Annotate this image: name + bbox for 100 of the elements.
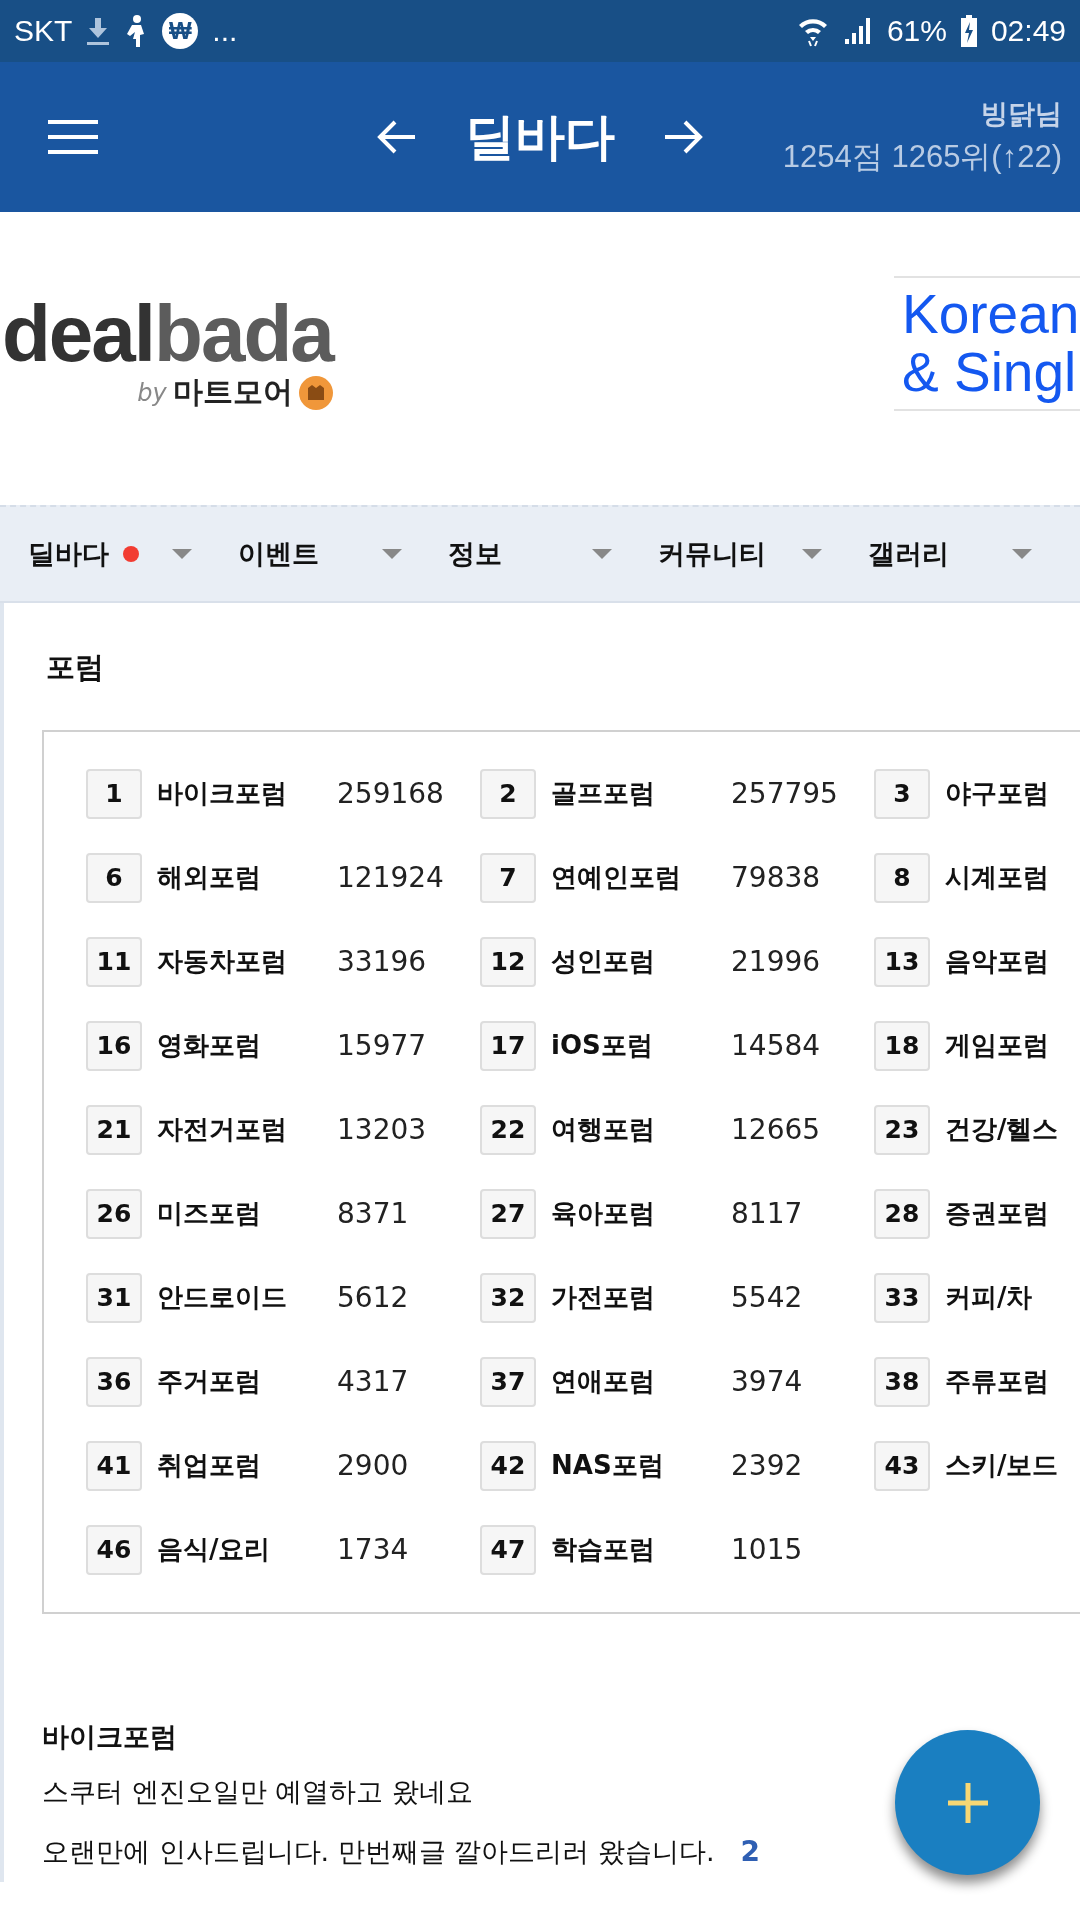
rank-number: 37	[480, 1356, 536, 1407]
building-icon	[298, 375, 333, 410]
rank-number: 38	[874, 1356, 930, 1407]
rank-number: 27	[480, 1188, 536, 1239]
comment-count: 2	[740, 1835, 760, 1869]
rank-number: 7	[480, 852, 536, 903]
nav-tab[interactable]: 갤러리	[840, 536, 1050, 572]
forum-link[interactable]: 연애포럼	[551, 1364, 731, 1400]
rank-number: 33	[874, 1272, 930, 1323]
post-count: 33196	[337, 945, 427, 979]
post-count: 79838	[731, 861, 821, 895]
rank-number: 41	[86, 1440, 142, 1491]
forum-link[interactable]: 연예인포럼	[551, 860, 731, 896]
forum-link[interactable]: 음식/요리	[157, 1532, 337, 1568]
post-count: 13203	[337, 1113, 427, 1147]
post-count: 12665	[731, 1113, 821, 1147]
post-count: 15977	[337, 1029, 427, 1063]
post-count: 5542	[731, 1281, 803, 1315]
post-count: 2392	[731, 1449, 803, 1483]
rank-number: 36	[86, 1356, 142, 1407]
rank-number: 3	[874, 768, 930, 819]
dropdown-caret-icon	[1012, 549, 1032, 559]
forum-link[interactable]: 커피/차	[945, 1280, 1080, 1316]
forum-link[interactable]: 증권포럼	[945, 1196, 1080, 1232]
forum-link[interactable]: 자동차포럼	[157, 944, 337, 980]
forum-link[interactable]: 스키/보드	[945, 1448, 1080, 1484]
forum-link[interactable]: 골프포럼	[551, 776, 731, 812]
forum-link[interactable]: 게임포럼	[945, 1028, 1080, 1064]
nav-tab[interactable]: 이벤트	[210, 536, 420, 572]
forum-link[interactable]: 육아포럼	[551, 1196, 731, 1232]
rank-number: 31	[86, 1272, 142, 1323]
forum-link[interactable]: 가전포럼	[551, 1280, 731, 1316]
rank-number: 28	[874, 1188, 930, 1239]
rank-number: 47	[480, 1524, 536, 1575]
forum-link[interactable]: 주거포럼	[157, 1364, 337, 1400]
post-title[interactable]: 오랜만에 인사드립니다. 만번째글 깔아드리러 왔습니다.	[42, 1833, 715, 1870]
rank-number: 11	[86, 936, 142, 987]
forum-link[interactable]: 자전거포럼	[157, 1112, 337, 1148]
post-count: 21996	[731, 945, 821, 979]
more-notifications: ...	[212, 14, 238, 48]
forum-link[interactable]: 학습포럼	[551, 1532, 731, 1568]
rank-number: 21	[86, 1104, 142, 1155]
forum-link[interactable]: 야구포럼	[945, 776, 1080, 812]
forum-link[interactable]: 미즈포럼	[157, 1196, 337, 1232]
forum-link[interactable]: 주류포럼	[945, 1364, 1080, 1400]
banner-text: Korean	[902, 285, 1080, 344]
add-button[interactable]	[895, 1730, 1040, 1875]
site-logo[interactable]: dealbada	[2, 294, 333, 374]
rank-number: 23	[874, 1104, 930, 1155]
post-count: 5612	[337, 1281, 409, 1315]
post-count: 8117	[731, 1197, 803, 1231]
post-count: 121924	[337, 861, 444, 895]
rank-number: 18	[874, 1020, 930, 1071]
rank-number: 13	[874, 936, 930, 987]
post-count: 1734	[337, 1533, 409, 1567]
forum-link[interactable]: NAS포럼	[551, 1448, 731, 1484]
post-count: 259168	[337, 777, 444, 811]
rank-number: 6	[86, 852, 142, 903]
nav-tab[interactable]: 딜바다	[0, 536, 210, 572]
nav-tab[interactable]: 정보	[420, 536, 630, 572]
post-count: 4317	[337, 1365, 409, 1399]
rank-number: 2	[480, 768, 536, 819]
user-name: 빙닭님	[981, 98, 1062, 131]
forward-arrow-icon[interactable]	[663, 119, 703, 155]
post-count: 8371	[337, 1197, 409, 1231]
forum-link[interactable]: 음악포럼	[945, 944, 1080, 980]
dropdown-caret-icon	[172, 549, 192, 559]
forum-link[interactable]: 취업포럼	[157, 1448, 337, 1484]
plus-icon	[945, 1780, 990, 1825]
rank-number: 16	[86, 1020, 142, 1071]
post-count: 2900	[337, 1449, 409, 1483]
nav-tab[interactable]: 커뮤니티	[630, 536, 840, 572]
forum-link[interactable]: 안드로이드	[157, 1280, 337, 1316]
forum-link[interactable]: 건강/헬스	[945, 1112, 1080, 1148]
download-icon	[86, 16, 111, 46]
brand-name: 마트모어	[172, 373, 293, 411]
forum-link[interactable]: 시계포럼	[945, 860, 1080, 896]
logo-byline: by	[137, 378, 167, 407]
battery-percent: 61%	[886, 14, 947, 48]
forum-link[interactable]: 해외포럼	[157, 860, 337, 896]
post-count: 257795	[731, 777, 838, 811]
banner-text: & Singl	[902, 343, 1078, 402]
clock-time: 02:49	[990, 14, 1066, 48]
forum-link[interactable]: 성인포럼	[551, 944, 731, 980]
rank-number: 22	[480, 1104, 536, 1155]
rank-number: 12	[480, 936, 536, 987]
forum-link[interactable]: iOS포럼	[551, 1028, 731, 1064]
back-arrow-icon[interactable]	[377, 119, 417, 155]
post-title[interactable]: 스쿠터 엔진오일만 예열하고 왔네요	[42, 1773, 473, 1810]
ad-banner[interactable]: Korean & Singl	[894, 275, 1080, 412]
forum-link[interactable]: 영화포럼	[157, 1028, 337, 1064]
rank-number: 17	[480, 1020, 536, 1071]
rank-number: 46	[86, 1524, 142, 1575]
dropdown-caret-icon	[592, 549, 612, 559]
menu-icon[interactable]	[48, 120, 98, 154]
rank-number: 26	[86, 1188, 142, 1239]
site-title: 딜바다	[465, 106, 615, 168]
rank-number: 8	[874, 852, 930, 903]
forum-link[interactable]: 여행포럼	[551, 1112, 731, 1148]
forum-link[interactable]: 바이크포럼	[157, 776, 337, 812]
